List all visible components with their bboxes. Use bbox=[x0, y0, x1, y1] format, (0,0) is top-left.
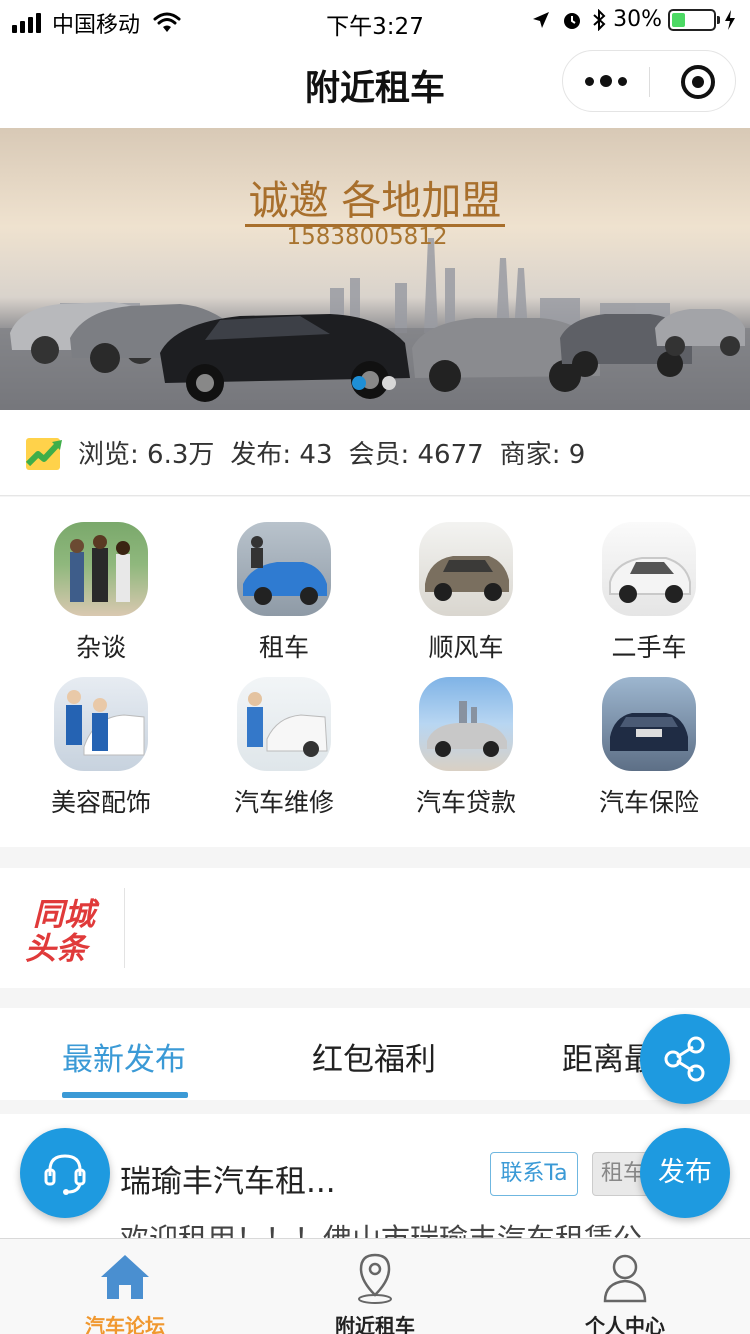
bottom-tab-bar: 汽车论坛 附近租车 个人中心 bbox=[0, 1238, 750, 1334]
miniapp-capsule bbox=[562, 50, 736, 112]
category-label: 汽车维修 bbox=[233, 788, 334, 817]
city-headline-logo: 同城 头条 bbox=[25, 897, 100, 964]
alarm-icon bbox=[564, 12, 581, 29]
category-label: 二手车 bbox=[611, 633, 687, 662]
category-carpool[interactable]: 顺风车 bbox=[374, 522, 558, 664]
customer-service-button[interactable] bbox=[20, 1128, 110, 1218]
stats-bar: 浏览: 6.3万 发布: 43 会员: 4677 商家: 9 bbox=[0, 410, 750, 496]
pagination-dot[interactable] bbox=[382, 376, 396, 390]
svg-text:同城: 同城 bbox=[33, 897, 100, 933]
minivan-photo-icon bbox=[419, 522, 513, 616]
people-photo-icon bbox=[54, 522, 148, 616]
feed-tabs: 最新发布 红包福利 距离最 bbox=[0, 1008, 750, 1100]
category-loan[interactable]: 汽车贷款 bbox=[374, 677, 558, 819]
category-label: 汽车贷款 bbox=[415, 788, 516, 817]
nav-bar: 附近租车 bbox=[0, 40, 750, 128]
city-headline-section[interactable]: 同城 头条 bbox=[0, 868, 750, 988]
detailing-photo-icon bbox=[54, 677, 148, 771]
category-label: 美容配饰 bbox=[50, 788, 151, 817]
share-button[interactable] bbox=[640, 1014, 730, 1104]
banner-pagination bbox=[352, 376, 412, 390]
loan-car-photo-icon bbox=[419, 677, 513, 771]
category-label: 顺风车 bbox=[428, 633, 504, 662]
insurance-car-photo-icon bbox=[602, 677, 696, 771]
category-chat[interactable]: 杂谈 bbox=[9, 522, 193, 664]
headline-divider bbox=[124, 888, 125, 968]
contact-button[interactable]: 联系Ta bbox=[490, 1152, 578, 1196]
category-used-car[interactable]: 二手车 bbox=[557, 522, 741, 664]
stat-views: 浏览: 6.3万 bbox=[78, 440, 215, 470]
stat-posts: 发布: 43 bbox=[230, 440, 333, 470]
category-grid: 杂谈 租车 顺风车 二手车 美容配饰 汽车维修 汽车贷款 汽车保险 bbox=[0, 497, 750, 847]
category-insurance[interactable]: 汽车保险 bbox=[557, 677, 741, 819]
trend-chart-icon bbox=[25, 437, 62, 470]
battery-percent: 30% bbox=[613, 7, 662, 32]
tabbar-item-forum[interactable]: 汽车论坛 bbox=[0, 1239, 250, 1334]
banner-headline: 诚邀 各地加盟 bbox=[0, 168, 750, 227]
rental-car-photo-icon bbox=[237, 522, 331, 616]
person-icon bbox=[603, 1254, 647, 1303]
tabbar-label: 个人中心 bbox=[585, 1314, 665, 1334]
charging-icon bbox=[725, 9, 735, 30]
home-icon bbox=[101, 1255, 149, 1299]
category-label: 杂谈 bbox=[75, 633, 126, 662]
promo-banner[interactable]: 诚邀 各地加盟 15838005812 bbox=[0, 128, 750, 410]
tabbar-label: 汽车论坛 bbox=[85, 1314, 165, 1334]
svg-text:头条: 头条 bbox=[25, 931, 91, 964]
location-pin-icon bbox=[358, 1253, 392, 1304]
list-item[interactable]: 瑞瑜丰汽车租... 联系Ta 租车 欢迎租用！！！佛山市瑞瑜丰汽车租赁公 bbox=[0, 1114, 750, 1238]
more-button[interactable] bbox=[563, 51, 649, 111]
stat-members: 会员: 4677 bbox=[348, 440, 484, 470]
tabbar-item-profile[interactable]: 个人中心 bbox=[500, 1239, 750, 1334]
tabbar-label: 附近租车 bbox=[335, 1314, 415, 1334]
repair-photo-icon bbox=[237, 677, 331, 771]
status-bar: 中国移动 下午3:27 30% bbox=[0, 0, 750, 40]
capsule-divider bbox=[649, 67, 650, 97]
tab-active-indicator bbox=[62, 1092, 188, 1098]
page: 中国移动 下午3:27 30% 附近租车 诚邀 各地加盟 15838005812… bbox=[0, 0, 750, 1334]
bluetooth-icon bbox=[593, 8, 606, 31]
category-repair[interactable]: 汽车维修 bbox=[192, 677, 376, 819]
post-title[interactable]: 瑞瑜丰汽车租... bbox=[120, 1156, 336, 1201]
pagination-dot-active[interactable] bbox=[352, 376, 366, 390]
banner-phone: 15838005812 bbox=[286, 224, 448, 250]
category-detailing[interactable]: 美容配饰 bbox=[9, 677, 193, 819]
location-arrow-icon bbox=[533, 11, 550, 28]
category-rental[interactable]: 租车 bbox=[192, 522, 376, 664]
stat-merchants: 商家: 9 bbox=[499, 440, 586, 470]
tab-latest[interactable]: 最新发布 bbox=[62, 1034, 186, 1079]
post-description: 欢迎租用！！！佛山市瑞瑜丰汽车租赁公 bbox=[120, 1216, 642, 1238]
headset-icon bbox=[44, 1154, 86, 1195]
close-miniapp-button[interactable] bbox=[681, 65, 715, 99]
status-bar-right: 30% bbox=[531, 7, 736, 32]
share-icon bbox=[664, 1036, 705, 1082]
category-label: 租车 bbox=[258, 633, 309, 662]
tabbar-item-nearby[interactable]: 附近租车 bbox=[250, 1239, 500, 1334]
used-car-photo-icon bbox=[602, 522, 696, 616]
battery-icon bbox=[668, 8, 720, 31]
category-label: 汽车保险 bbox=[598, 788, 699, 817]
publish-button[interactable]: 发布 bbox=[640, 1128, 730, 1218]
tab-red-packet[interactable]: 红包福利 bbox=[312, 1034, 436, 1079]
